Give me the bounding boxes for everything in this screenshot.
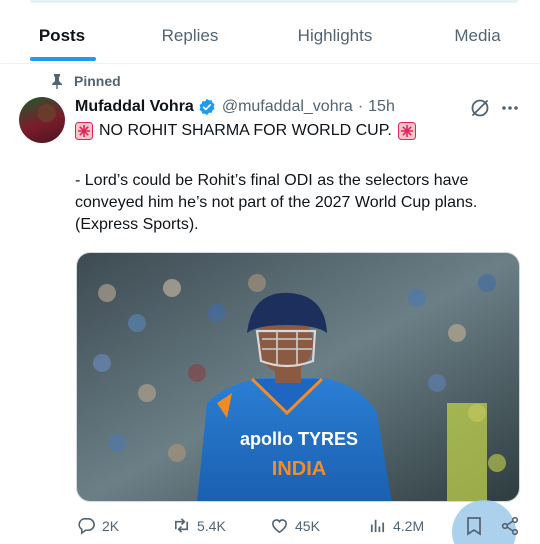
views-button[interactable]: 4.2M: [368, 516, 424, 535]
author-name[interactable]: Mufaddal Vohra: [75, 98, 194, 116]
verified-badge-icon: [199, 98, 215, 116]
repost-icon: [174, 518, 189, 533]
share-icon[interactable]: [500, 516, 520, 536]
reply-icon: [78, 518, 95, 535]
like-count: 45K: [295, 517, 320, 534]
tab-highlights[interactable]: Highlights: [280, 8, 390, 64]
top-strip: [0, 0, 540, 8]
heart-icon: [272, 519, 287, 534]
reply-button[interactable]: 2K: [77, 516, 119, 535]
siren-icon: [75, 122, 93, 140]
top-strip-bar: [30, 0, 518, 3]
jersey-sponsor: apollo TYRES: [240, 429, 358, 449]
avatar[interactable]: [19, 97, 65, 143]
post-body: - Lord’s could be Rohit’s final ODI as t…: [75, 172, 478, 233]
post-header: Mufaddal Vohra @mufaddal_vohra · 15h: [75, 96, 395, 118]
pinned-text: Pinned: [74, 73, 121, 89]
header-separator: ·: [357, 98, 364, 115]
cricketer-photo: apollo TYRES INDIA: [77, 253, 519, 501]
tab-media[interactable]: Media: [440, 8, 515, 64]
headline-text: NO ROHIT SHARMA FOR WORLD CUP.: [99, 122, 392, 139]
tab-posts[interactable]: Posts: [22, 8, 102, 64]
tab-replies[interactable]: Replies: [145, 8, 235, 64]
views-icon: [370, 519, 385, 533]
like-button[interactable]: 45K: [270, 516, 320, 535]
profile-tabs: Posts Replies Highlights Media: [0, 8, 540, 64]
post-image[interactable]: apollo TYRES INDIA: [76, 252, 520, 502]
views-count: 4.2M: [393, 517, 425, 534]
repost-count: 5.4K: [197, 517, 226, 534]
post-time[interactable]: 15h: [368, 98, 395, 116]
reply-count: 2K: [102, 517, 120, 534]
pinned-label: Pinned: [50, 72, 121, 90]
grok-icon[interactable]: [470, 98, 490, 118]
author-handle[interactable]: @mufaddal_vohra: [222, 98, 353, 116]
jersey-country: INDIA: [272, 458, 326, 480]
more-options-icon[interactable]: [500, 98, 520, 118]
siren-icon: [397, 122, 416, 140]
pin-icon: [52, 74, 62, 89]
bookmark-icon[interactable]: [465, 516, 483, 536]
repost-button[interactable]: 5.4K: [172, 516, 226, 535]
post-headline: NO ROHIT SHARMA FOR WORLD CUP.: [75, 122, 422, 140]
active-tab-indicator: [30, 57, 96, 61]
